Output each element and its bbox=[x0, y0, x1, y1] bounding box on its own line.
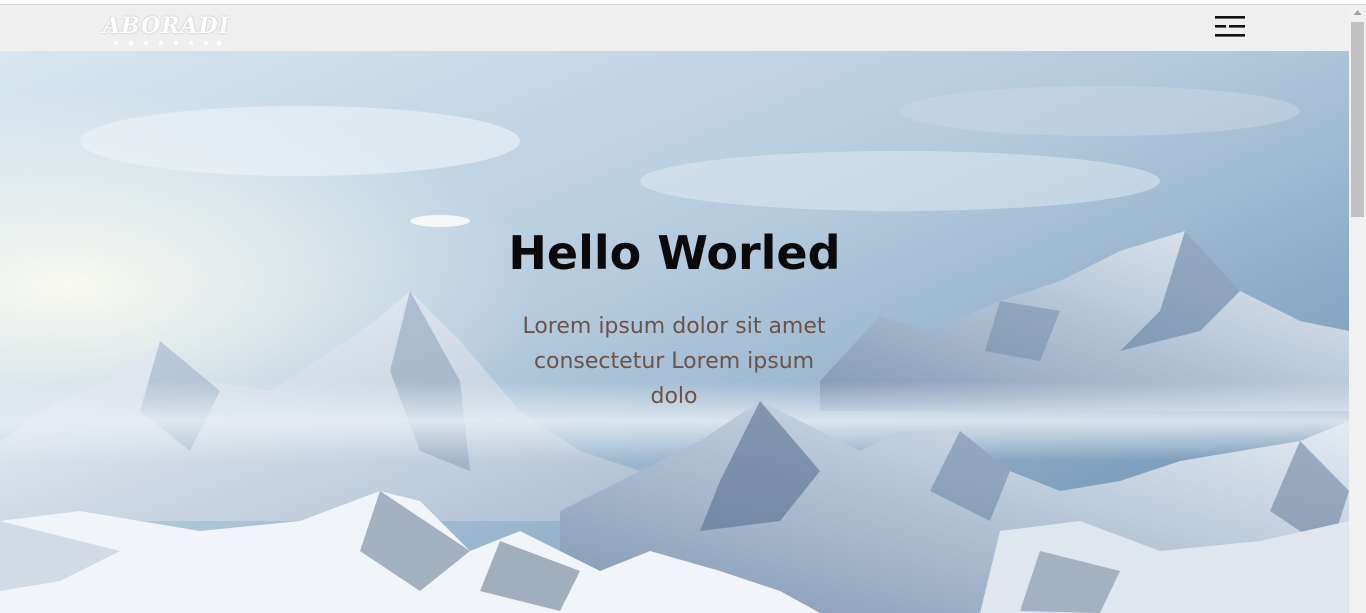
hero-section: Hello Worled Lorem ipsum dolor sit amet … bbox=[0, 51, 1349, 613]
navbar: ABORADI bbox=[0, 5, 1349, 51]
hero-title: Hello Worled bbox=[508, 226, 841, 280]
hero-subtitle: Lorem ipsum dolor sit amet consectetur L… bbox=[522, 314, 826, 409]
logo[interactable]: ABORADI bbox=[103, 13, 229, 49]
menu-button[interactable] bbox=[1210, 13, 1250, 43]
scrollbar-thumb[interactable] bbox=[1351, 22, 1364, 217]
logo-dots-decoration bbox=[113, 40, 222, 46]
hamburger-menu-icon bbox=[1215, 16, 1245, 37]
scroll-up-arrow-icon[interactable] bbox=[1349, 5, 1366, 22]
logo-text: ABORADI bbox=[103, 13, 230, 39]
vertical-scrollbar[interactable] bbox=[1349, 5, 1366, 613]
